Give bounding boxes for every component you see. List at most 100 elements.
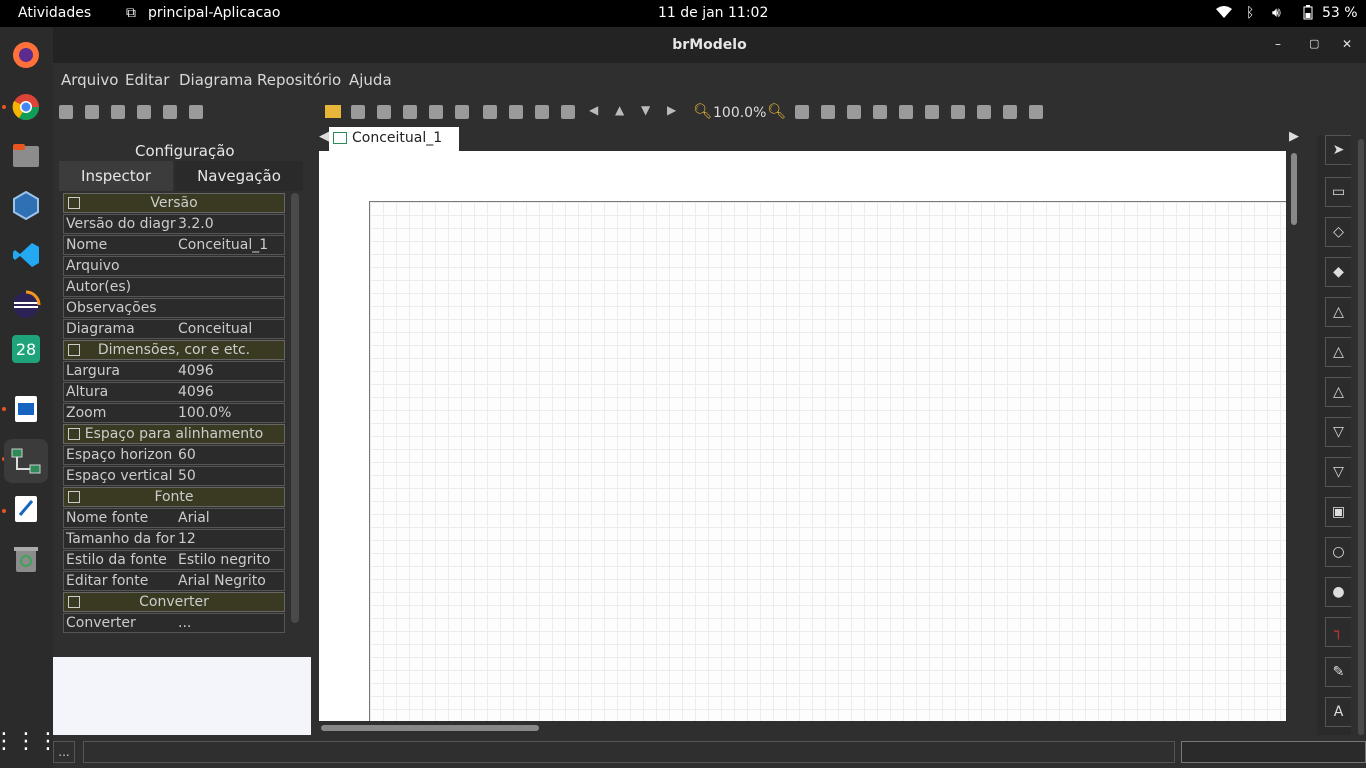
maximize-button[interactable]: ▢ [1309,37,1319,50]
chrome-icon[interactable] [6,87,46,127]
save-as-icon[interactable] [377,105,391,119]
entity-tool-icon[interactable]: ▭ [1325,177,1351,207]
union-tool-icon[interactable]: ▽ [1325,417,1351,447]
inspector-section[interactable]: Versão [63,193,285,213]
collapse-icon[interactable] [68,197,80,209]
property-value[interactable] [176,299,284,317]
property-value[interactable]: Conceitual [176,320,284,338]
layout-icon[interactable] [821,105,835,119]
align-icon[interactable] [509,105,523,119]
tree-icon[interactable] [189,105,203,119]
property-row[interactable]: Nome Conceitual_1 [63,235,285,255]
property-row[interactable]: Largura 4096 [63,361,285,381]
tree-icon[interactable] [137,105,151,119]
layout-icon[interactable] [1003,105,1017,119]
menu-repositorio[interactable]: Repositório [257,71,341,89]
property-row[interactable]: Estilo da fonte Estilo negrito [63,550,285,570]
text-editor-icon[interactable] [6,489,46,529]
relationship-tool-icon[interactable]: ◇ [1325,217,1351,247]
eclipse-icon[interactable] [6,285,46,325]
inspector-section[interactable]: Fonte [63,487,285,507]
layout-icon[interactable] [873,105,887,119]
union-tool-icon[interactable]: ▽ [1325,457,1351,487]
vscode-icon[interactable] [6,235,46,275]
focused-app-name[interactable]: principal-Aplicacao [148,5,280,21]
collapse-icon[interactable] [68,428,80,440]
diagram-canvas[interactable] [319,151,1286,721]
tab-inspector[interactable]: Inspector [59,161,173,191]
comment-tool-icon[interactable]: ✎ [1325,657,1351,687]
bluetooth-icon[interactable]: ᛒ [1246,5,1254,21]
zoom-level[interactable]: 100.0% [713,105,766,121]
firefox-icon[interactable] [6,35,46,75]
property-value[interactable]: 60 [176,446,284,464]
clock[interactable]: 11 de jan 11:02 [658,5,768,21]
inspector-section[interactable]: Espaço para alinhamento [63,424,285,444]
trash-icon[interactable] [6,539,46,579]
property-value[interactable]: Conceitual_1 [176,236,284,254]
menu-ajuda[interactable]: Ajuda [349,71,392,89]
property-row[interactable]: Nome fonte Arial [63,508,285,528]
menu-diagrama[interactable]: Diagrama [179,71,253,89]
property-row[interactable]: Espaço vertical 50 [63,466,285,486]
brmodelo-icon[interactable] [4,439,48,483]
specialization-tool-icon[interactable]: △ [1325,377,1351,407]
property-value[interactable]: 100.0% [176,404,284,422]
specialization-tool-icon[interactable]: △ [1325,297,1351,327]
layout-icon[interactable] [977,105,991,119]
files-icon[interactable] [6,135,46,175]
property-row[interactable]: Converter... [63,613,285,633]
window-titlebar[interactable]: brModelo – ▢ ✕ [53,27,1366,63]
layout-icon[interactable] [925,105,939,119]
link-tool-icon[interactable]: ┐ [1325,617,1351,647]
menu-editar[interactable]: Editar [125,71,169,89]
inspector-scrollbar[interactable] [291,193,299,623]
diagram-grid[interactable] [369,201,1286,721]
property-row[interactable]: Altura 4096 [63,382,285,402]
layout-icon[interactable] [795,105,809,119]
layout-icon[interactable] [899,105,913,119]
activities-button[interactable]: Atividades [18,5,91,21]
collapse-icon[interactable] [68,596,80,608]
layout-icon[interactable] [951,105,965,119]
status-button[interactable]: ... [53,741,75,763]
writer-icon[interactable] [6,389,46,429]
minimize-button[interactable]: – [1275,37,1281,51]
move-left-icon[interactable]: ◀ [589,103,598,117]
property-value[interactable]: 4096 [176,362,284,380]
property-row[interactable]: Diagrama Conceitual [63,319,285,339]
property-row[interactable]: Espaço horizon 60 [63,445,285,465]
property-value[interactable]: Estilo negrito [176,551,284,569]
text-tool-icon[interactable]: A [1325,697,1351,727]
paste-icon[interactable] [561,105,575,119]
align-icon[interactable] [483,105,497,119]
specialization-tool-icon[interactable]: △ [1325,337,1351,367]
palette-scrollbar[interactable] [1358,139,1364,735]
property-value[interactable] [176,257,284,275]
property-value[interactable]: 4096 [176,383,284,401]
close-button[interactable]: ✕ [1342,37,1352,51]
show-apps-icon[interactable]: ⋮⋮⋮ [0,721,59,761]
layout-icon[interactable] [847,105,861,119]
property-row[interactable]: Autor(es) [63,277,285,297]
property-value[interactable]: Arial Negrito [176,572,284,590]
pointer-tool-icon[interactable]: ➤ [1325,135,1351,165]
property-row[interactable]: Observações [63,298,285,318]
property-value[interactable]: ... [176,614,284,632]
volume-icon[interactable]: 🔊︎ [1272,5,1281,21]
print-icon[interactable] [403,105,417,119]
move-down-icon[interactable]: ▼ [641,103,650,117]
battery-icon[interactable] [1303,5,1313,24]
open-folder-icon[interactable] [325,105,341,118]
canvas-vertical-scrollbar[interactable] [1291,153,1297,225]
menu-arquivo[interactable]: Arquivo [61,71,118,89]
inspector-section[interactable]: Dimensões, cor e etc. [63,340,285,360]
zoom-in-icon[interactable]: 🔍︎ [767,102,786,120]
tree-icon[interactable] [111,105,125,119]
wifi-icon[interactable] [1216,5,1232,23]
tree-icon[interactable] [59,105,73,119]
tab-conceitual[interactable]: Conceitual_1 [329,127,459,151]
tree-icon[interactable] [163,105,177,119]
property-value[interactable]: 12 [176,530,284,548]
undo-icon[interactable] [429,105,443,119]
